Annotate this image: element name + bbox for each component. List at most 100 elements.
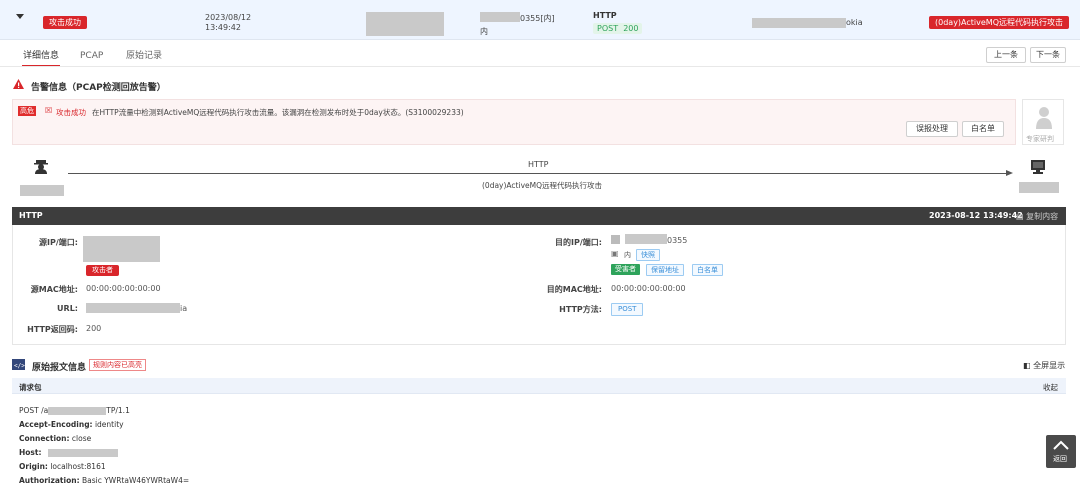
dst-ip-label: 目的IP/端口: xyxy=(555,238,602,247)
detail-tabs: 详细信息 PCAP 原始记录 xyxy=(0,48,1080,68)
request-packet-bar: 请求包 收起 xyxy=(12,378,1066,394)
alert-result: 攻击成功 xyxy=(56,108,86,117)
redacted-attacker-ip xyxy=(20,185,64,196)
flow-arrow-head-icon xyxy=(1006,170,1013,176)
header-value: identity xyxy=(94,420,124,429)
dst-zone-detail: 内 xyxy=(624,251,631,259)
url-suffix-detail: ia xyxy=(180,304,188,313)
tab-details[interactable]: 详细信息 xyxy=(23,48,59,64)
prev-button[interactable]: 上一条 xyxy=(986,47,1026,63)
flow-attack-name: (0day)ActiveMQ远程代码执行攻击 xyxy=(482,181,602,190)
header-key: Authorization: xyxy=(19,476,80,485)
method-text: POST xyxy=(597,24,619,33)
header-host: Host: xyxy=(19,448,118,457)
src-ip-label: 源IP/端口: xyxy=(39,238,78,247)
url-suffix: okia xyxy=(846,18,863,27)
http-section-title: HTTP xyxy=(19,211,43,220)
tab-pcap[interactable]: PCAP xyxy=(80,48,103,64)
attack-name-badge: (0day)ActiveMQ远程代码执行攻击 xyxy=(929,16,1069,29)
request-line-start: POST /a xyxy=(19,406,49,415)
attacker-tag: 攻击者 xyxy=(86,265,119,276)
header-value: close xyxy=(71,434,92,443)
protocol-label: HTTP xyxy=(593,11,617,20)
redacted-dst-ip xyxy=(480,12,520,22)
header-key: Connection: xyxy=(19,434,70,443)
alert-message: 在HTTP流量中检测到ActiveMQ远程代码执行攻击流量。该漏洞在检测发布时处… xyxy=(92,108,464,117)
header-key: Origin: xyxy=(19,462,48,471)
header-value: Basic YWRtaW46YWRtaW4= xyxy=(81,476,190,485)
http-timestamp: 2023-08-12 13:49:42 xyxy=(929,211,1023,220)
flow-arrow-line xyxy=(68,173,1010,174)
redacted-url xyxy=(752,18,846,28)
copy-content-button[interactable]: ▤ 复制内容 xyxy=(1016,211,1058,222)
next-button[interactable]: 下一条 xyxy=(1030,47,1066,63)
raw-section-title: 原始报文信息 xyxy=(32,363,87,373)
redacted-victim-ip xyxy=(1019,182,1059,193)
event-datetime: 2023/08/12 13:49:42 xyxy=(205,13,251,33)
expert-review-label: 专家研判 xyxy=(1026,135,1054,143)
event-time: 13:49:42 xyxy=(205,23,241,32)
snapshot-tag[interactable]: 快照 xyxy=(636,249,660,261)
fullscreen-icon: ◧ xyxy=(1023,361,1031,370)
code-text: 200 xyxy=(623,24,639,33)
fullscreen-label: 全屏显示 xyxy=(1033,361,1066,370)
copy-icon: ▤ xyxy=(1016,212,1024,221)
collapse-button[interactable]: 收起 xyxy=(1043,382,1058,393)
attacker-icon xyxy=(34,160,48,174)
header-value: localhost:8161 xyxy=(50,462,106,471)
request-line: POST /a TP/1.1 xyxy=(19,406,130,415)
victim-tag: 受害者 xyxy=(611,264,640,275)
copy-content-label: 复制内容 xyxy=(1026,212,1059,221)
header-connection: Connection: close xyxy=(19,434,91,443)
event-row[interactable]: 攻击成功 2023/08/12 13:49:42 0355[内] 内 HTTP … xyxy=(0,0,1080,40)
status-code-value: 200 xyxy=(86,324,102,333)
dst-port-suffix: 0355 xyxy=(667,236,688,245)
alert-box xyxy=(12,99,1016,145)
server-monitor-icon xyxy=(1031,160,1045,174)
http-method-tag: POST xyxy=(611,303,644,316)
http-detail-box xyxy=(12,225,1066,345)
expert-avatar-icon xyxy=(1036,107,1052,129)
redacted-url-detail xyxy=(86,303,180,313)
tab-raw-record[interactable]: 原始记录 xyxy=(126,48,162,64)
request-line-end: TP/1.1 xyxy=(106,406,130,415)
highlight-badge: 规则内容已高亮 xyxy=(89,359,146,371)
whitelist-button[interactable]: 白名单 xyxy=(962,121,1004,137)
whitelist-tag[interactable]: 白名单 xyxy=(692,264,723,276)
flow-protocol: HTTP xyxy=(528,160,549,169)
dst-mac-label: 目的MAC地址: xyxy=(546,285,602,294)
request-packet-label: 请求包 xyxy=(19,383,42,392)
dst-mac-value: 00:00:00:00:00:00 xyxy=(611,284,686,293)
header-accept-encoding: Accept-Encoding: identity xyxy=(19,420,124,429)
back-label: 返回 xyxy=(1053,455,1067,463)
expert-review-button[interactable]: 专家研判 xyxy=(1022,99,1064,145)
http-section-header: HTTP 2023-08-12 13:49:42 ▤ 复制内容 xyxy=(12,207,1066,225)
redacted-src-ip xyxy=(366,12,444,36)
flag-icon xyxy=(611,235,620,244)
method-code-badge: POST 200 xyxy=(593,23,643,34)
severity-badge: 高危 xyxy=(18,106,36,116)
svg-text:</>: </> xyxy=(14,363,25,370)
fullscreen-button[interactable]: ◧ 全屏显示 xyxy=(1023,360,1065,371)
src-mac-label: 源MAC地址: xyxy=(30,285,78,294)
redacted-dst-ip-detail xyxy=(625,234,667,244)
attack-status-badge: 攻击成功 xyxy=(43,16,87,29)
tabs-divider xyxy=(0,66,1080,67)
expand-caret-icon[interactable] xyxy=(16,14,24,19)
header-key: Host: xyxy=(19,448,42,457)
url-label: URL: xyxy=(57,304,78,313)
header-authorization: Authorization: Basic YWRtaW46YWRtaW4= xyxy=(19,476,189,485)
event-date: 2023/08/12 xyxy=(205,13,252,22)
reserved-address-tag: 保留地址 xyxy=(646,264,684,276)
redacted-src-ip-detail xyxy=(83,236,160,262)
redacted-path xyxy=(48,407,107,415)
warning-icon xyxy=(13,79,24,89)
alert-section-title: 告警信息（PCAP检测回放告警） xyxy=(31,83,166,93)
false-positive-button[interactable]: 误报处理 xyxy=(906,121,958,137)
code-window-icon: </> xyxy=(12,359,25,370)
dst-ip-suffix: 0355[内] xyxy=(520,14,555,23)
zone-icon: ▣ xyxy=(611,249,619,258)
src-mac-value: 00:00:00:00:00:00 xyxy=(86,284,161,293)
back-to-top-button[interactable]: 返回 xyxy=(1046,435,1076,468)
header-key: Accept-Encoding: xyxy=(19,420,93,429)
